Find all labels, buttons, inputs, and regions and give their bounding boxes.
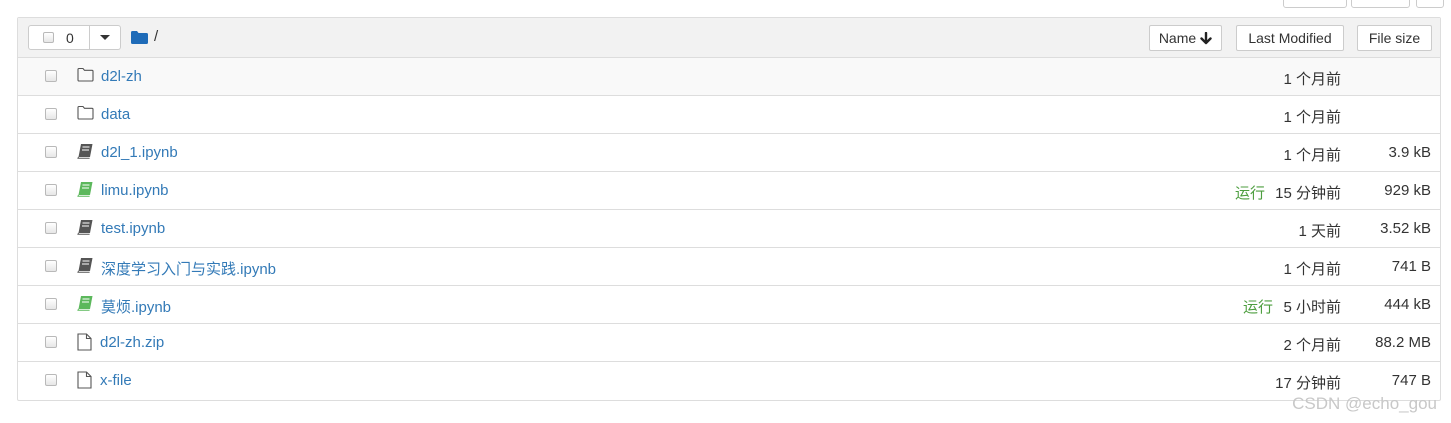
file-list: d2l-zh 1 个月前 data 1 个月前 d2l_1.ipynb 1 个月前 3.9 … bbox=[18, 58, 1440, 400]
row-checkbox[interactable] bbox=[45, 222, 57, 234]
file-size: 929 kB bbox=[1384, 182, 1431, 199]
top-button-stub[interactable] bbox=[1351, 0, 1410, 8]
file-list-header: 0 / Name Last Modified File size bbox=[18, 18, 1440, 58]
last-modified: 1 个月前 bbox=[1283, 71, 1341, 88]
arrow-down-icon bbox=[1200, 31, 1212, 44]
last-modified: 1 个月前 bbox=[1283, 261, 1341, 278]
file-icon bbox=[77, 371, 94, 389]
last-modified: 2 个月前 bbox=[1283, 337, 1341, 354]
file-name-link[interactable]: d2l-zh bbox=[101, 68, 142, 85]
last-modified: 15 分钟前 bbox=[1275, 185, 1341, 202]
file-row[interactable]: d2l-zh.zip 2 个月前 88.2 MB bbox=[18, 324, 1440, 362]
sort-size-label: File size bbox=[1368, 30, 1421, 46]
last-modified: 5 小时前 bbox=[1283, 299, 1341, 316]
select-all-checkbox[interactable] bbox=[43, 32, 54, 43]
running-indicator: 运行 bbox=[1242, 299, 1273, 316]
file-size: 3.52 kB bbox=[1380, 220, 1431, 237]
file-size: 747 B bbox=[1391, 372, 1431, 389]
row-checkbox[interactable] bbox=[45, 146, 57, 158]
select-all-button[interactable]: 0 bbox=[28, 25, 90, 50]
file-row[interactable]: data 1 个月前 bbox=[18, 96, 1440, 134]
file-row[interactable]: x-file 17 分钟前 747 B bbox=[18, 362, 1440, 400]
sort-modified-label: Last Modified bbox=[1248, 30, 1332, 46]
sort-by-name-button[interactable]: Name bbox=[1149, 25, 1222, 51]
watermark: CSDN @echo_gou bbox=[1292, 394, 1437, 413]
last-modified: 1 天前 bbox=[1298, 223, 1341, 240]
chevron-down-icon bbox=[100, 35, 110, 40]
row-checkbox[interactable] bbox=[45, 260, 57, 272]
top-button-stub[interactable] bbox=[1283, 0, 1347, 8]
notebook-running-icon bbox=[77, 295, 94, 312]
file-size: 3.9 kB bbox=[1388, 144, 1431, 161]
notebook-icon bbox=[77, 143, 94, 160]
top-button-stub[interactable] bbox=[1416, 0, 1444, 8]
file-row[interactable]: test.ipynb 1 天前 3.52 kB bbox=[18, 210, 1440, 248]
file-size: 444 kB bbox=[1384, 296, 1431, 313]
sort-name-label: Name bbox=[1158, 30, 1197, 46]
notebook-icon bbox=[77, 257, 94, 274]
running-indicator: 运行 bbox=[1234, 185, 1265, 202]
selected-count: 0 bbox=[66, 29, 74, 46]
last-modified: 1 个月前 bbox=[1283, 109, 1341, 126]
file-name-link[interactable]: 深度学习入门与实践.ipynb bbox=[101, 258, 276, 279]
select-dropdown-button[interactable] bbox=[90, 25, 121, 50]
file-row[interactable]: d2l_1.ipynb 1 个月前 3.9 kB bbox=[18, 134, 1440, 172]
file-row[interactable]: 莫烦.ipynb 运行 5 小时前 444 kB bbox=[18, 286, 1440, 324]
row-checkbox[interactable] bbox=[45, 374, 57, 386]
top-toolbar-remnants bbox=[0, 0, 1451, 8]
file-name-link[interactable]: data bbox=[101, 106, 130, 123]
file-row[interactable]: 深度学习入门与实践.ipynb 1 个月前 741 B bbox=[18, 248, 1440, 286]
folder-icon bbox=[77, 105, 94, 122]
folder-icon[interactable] bbox=[131, 30, 148, 44]
file-name-link[interactable]: x-file bbox=[100, 372, 132, 389]
file-row[interactable]: limu.ipynb 运行 15 分钟前 929 kB bbox=[18, 172, 1440, 210]
last-modified: 17 分钟前 bbox=[1275, 375, 1341, 392]
row-checkbox[interactable] bbox=[45, 108, 57, 120]
folder-icon bbox=[77, 67, 94, 84]
file-icon bbox=[77, 333, 94, 351]
notebook-icon bbox=[77, 219, 94, 236]
file-row[interactable]: d2l-zh 1 个月前 bbox=[18, 58, 1440, 96]
notebook-running-icon bbox=[77, 181, 94, 198]
file-size: 741 B bbox=[1391, 258, 1431, 275]
breadcrumb: / bbox=[131, 28, 158, 45]
file-name-link[interactable]: d2l_1.ipynb bbox=[101, 144, 178, 161]
file-name-link[interactable]: limu.ipynb bbox=[101, 182, 169, 199]
file-size: 88.2 MB bbox=[1375, 334, 1431, 351]
row-checkbox[interactable] bbox=[45, 336, 57, 348]
row-checkbox[interactable] bbox=[45, 184, 57, 196]
row-checkbox[interactable] bbox=[45, 70, 57, 82]
sort-by-modified-button[interactable]: Last Modified bbox=[1236, 25, 1344, 51]
file-name-link[interactable]: d2l-zh.zip bbox=[100, 334, 164, 351]
row-checkbox[interactable] bbox=[45, 298, 57, 310]
file-name-link[interactable]: 莫烦.ipynb bbox=[101, 296, 171, 317]
breadcrumb-root[interactable]: / bbox=[154, 28, 158, 45]
file-name-link[interactable]: test.ipynb bbox=[101, 220, 165, 237]
file-browser-panel: 0 / Name Last Modified File size d2l-zh 1… bbox=[17, 17, 1441, 401]
last-modified: 1 个月前 bbox=[1283, 147, 1341, 164]
sort-by-size-button[interactable]: File size bbox=[1357, 25, 1432, 51]
select-all-group: 0 bbox=[28, 25, 121, 50]
